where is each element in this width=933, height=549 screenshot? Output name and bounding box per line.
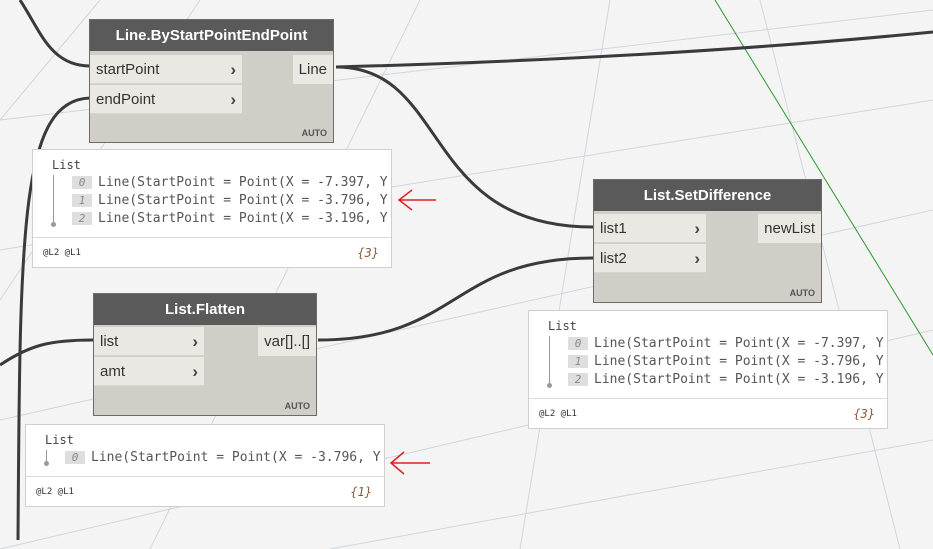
port-label: amt: [100, 363, 126, 380]
preview-divider: [26, 476, 384, 477]
port-label: Line: [298, 61, 327, 78]
preview-divider: [33, 237, 391, 238]
input-port-list[interactable]: list ›: [94, 327, 204, 356]
list-rail-dot: [51, 222, 56, 227]
port-label: endPoint: [96, 91, 156, 108]
chevron-right-icon[interactable]: ›: [230, 85, 236, 114]
input-port-endpoint[interactable]: endPoint ›: [90, 85, 242, 114]
list-levels-label: @L2 @L1: [539, 409, 577, 419]
list-rail: [53, 175, 54, 223]
port-label: startPoint: [96, 61, 160, 78]
preview-list-title: List: [52, 158, 81, 172]
list-levels-label: @L2 @L1: [36, 487, 74, 497]
input-port-amt[interactable]: amt ›: [94, 357, 204, 386]
port-label: newList: [764, 220, 815, 237]
preview-list-title: List: [548, 319, 577, 333]
preview-bubble-flatten[interactable]: List 0 Line(StartPoint = Point(X = -3.796…: [25, 424, 385, 507]
lacing-label: AUTO: [284, 401, 310, 411]
list-item: 1 Line(StartPoint = Point(X = -3.796, Y: [72, 193, 392, 208]
wire-startpoint: [18, 0, 91, 68]
input-port-startpoint[interactable]: startPoint ›: [90, 55, 242, 84]
output-port-newlist[interactable]: newList: [758, 214, 821, 243]
list-count-label: {1}: [350, 485, 372, 499]
chevron-right-icon[interactable]: ›: [230, 55, 236, 84]
output-port-var[interactable]: var[]..[]: [258, 327, 316, 356]
input-port-list2[interactable]: list2 ›: [594, 244, 706, 273]
chevron-right-icon[interactable]: ›: [694, 214, 700, 243]
output-port-line[interactable]: Line: [292, 55, 333, 84]
chevron-right-icon[interactable]: ›: [694, 244, 700, 273]
node-list-flatten[interactable]: List.Flatten list › amt › var[]..[] AUTO: [93, 293, 317, 416]
red-arrow-left-icon: [397, 189, 436, 211]
chevron-right-icon[interactable]: ›: [192, 357, 198, 386]
list-levels-label: @L2 @L1: [43, 248, 81, 258]
wire-line-out-right: [335, 30, 933, 69]
chevron-right-icon[interactable]: ›: [192, 327, 198, 356]
list-item: 0 Line(StartPoint = Point(X = -7.397, Y: [72, 175, 392, 190]
list-item: 2 Line(StartPoint = Point(X = -3.196, Y: [72, 211, 392, 226]
list-item: 2 Line(StartPoint = Point(X = -3.196, Y: [568, 372, 888, 387]
node-title[interactable]: List.Flatten: [94, 294, 316, 325]
preview-list-title: List: [45, 433, 74, 447]
node-list-set-difference[interactable]: List.SetDifference list1 › list2 › newLi…: [593, 179, 822, 303]
preview-divider: [529, 398, 887, 399]
port-label: var[]..[]: [264, 333, 310, 350]
node-line-by-start-point-end-point[interactable]: Line.ByStartPointEndPoint startPoint › e…: [89, 19, 334, 143]
list-count-label: {3}: [853, 407, 875, 421]
lacing-label: AUTO: [301, 128, 327, 138]
node-title[interactable]: Line.ByStartPointEndPoint: [90, 20, 333, 51]
input-port-list1[interactable]: list1 ›: [594, 214, 706, 243]
red-arrow-left-icon: [389, 451, 430, 475]
wire-flatten-input: [0, 338, 94, 367]
port-label: list2: [600, 250, 627, 267]
port-label: list: [100, 333, 119, 350]
list-rail: [549, 336, 550, 384]
list-rail-dot: [547, 383, 552, 388]
preview-bubble-set-difference[interactable]: List 0 Line(StartPoint = Point(X = -7.397…: [528, 310, 888, 429]
list-count-label: {3}: [357, 246, 379, 260]
lacing-label: AUTO: [789, 288, 815, 298]
list-item: 0 Line(StartPoint = Point(X = -3.796, Y: [65, 450, 385, 465]
list-item: 1 Line(StartPoint = Point(X = -3.796, Y: [568, 354, 888, 369]
list-rail-dot: [44, 461, 49, 466]
preview-bubble-lines[interactable]: List 0 Line(StartPoint = Point(X = -7.397…: [32, 149, 392, 268]
list-item: 0 Line(StartPoint = Point(X = -7.397, Y: [568, 336, 888, 351]
node-title[interactable]: List.SetDifference: [594, 180, 821, 211]
port-label: list1: [600, 220, 627, 237]
